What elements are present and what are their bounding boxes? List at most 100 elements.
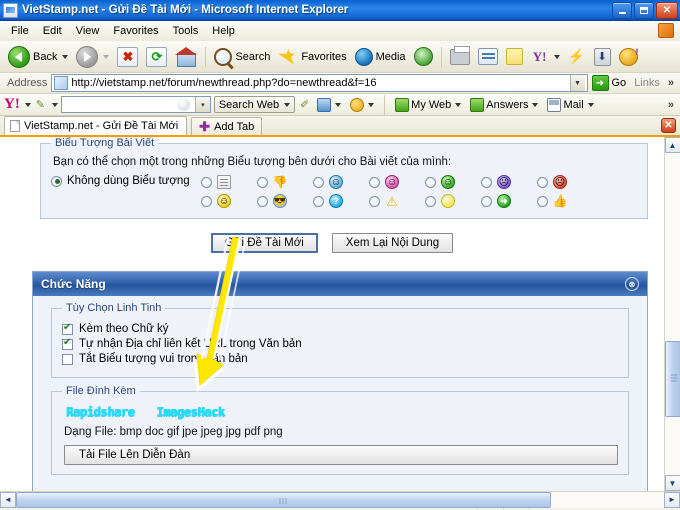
messenger-button[interactable]: ⚡ [564,46,590,68]
yahoo-search-input[interactable]: ▾ [60,96,211,113]
radio-button[interactable] [369,195,380,207]
stop-button[interactable]: ✖ [113,45,142,69]
horizontal-scroll-track[interactable] [16,491,664,508]
imageshack-link[interactable]: ImagesHack [156,405,225,419]
checkbox-disable-smilies[interactable]: Tắt Biểu tượng vui trong văn bản [62,353,618,365]
close-button[interactable]: ✕ [656,1,678,19]
collapse-icon[interactable]: ⊗ [625,277,639,291]
go-button[interactable]: ➜ Go [591,75,626,91]
radio-button[interactable] [257,176,268,188]
tab-vietstamp[interactable]: VietStamp.net - Gửi Đề Tài Mới [4,116,188,135]
links-label[interactable]: Links [630,77,664,89]
menu-item-tools[interactable]: Tools [166,23,206,39]
yahoo-dropdown-icon[interactable] [553,54,560,59]
back-button[interactable]: Back [4,44,72,70]
radio-button[interactable] [313,195,324,207]
radio-thumbs-up[interactable]: 👍 [537,194,587,208]
radio-button[interactable] [369,176,380,188]
scroll-up-button[interactable]: ▲ [664,137,680,153]
scroll-right-button[interactable]: ► [664,491,680,508]
radio-no-icon-button[interactable] [51,175,62,187]
radio-button[interactable] [201,195,212,207]
radio-button[interactable] [537,195,548,207]
yahoo-logo-dropdown-icon[interactable] [24,102,31,107]
print-button[interactable] [446,45,474,67]
maximize-button[interactable] [634,1,654,19]
radio-lightbulb[interactable] [425,194,481,208]
page-horizontal-scrollbar[interactable]: ◄ ► [0,491,680,508]
radio-button[interactable] [257,195,268,207]
scroll-down-button[interactable]: ▼ [664,475,680,491]
yahoo-search-dropdown-icon[interactable]: ▾ [194,97,210,112]
back-dropdown-icon[interactable] [62,54,69,59]
tab-close-button[interactable]: ✕ [661,118,676,133]
popup-blocker-button[interactable] [314,97,344,113]
radio-no-icon[interactable]: Không dùng Biểu tượng [51,175,201,187]
my-web-dropdown-icon[interactable] [455,102,462,107]
radio-button[interactable] [201,176,212,188]
pencil-icon[interactable]: ✎ [34,98,47,111]
menu-item-view[interactable]: View [69,23,107,39]
rapidshare-link[interactable]: Rapidshare [66,405,135,419]
radio-button[interactable] [481,176,492,188]
radio-button[interactable] [425,195,436,207]
radio-angry-red[interactable]: ☹ [537,175,587,189]
radio-smiley-pink[interactable]: ☺ [369,175,425,189]
address-input[interactable]: http://vietstamp.net/forum/newthread.php… [51,74,588,92]
yahoo-messenger-button[interactable] [615,46,642,68]
favorites-button[interactable]: Favorites [274,48,350,65]
yahoo-toolbar-button[interactable]: Y! [527,47,564,67]
antispy-dropdown-icon[interactable] [368,102,375,107]
mail-button[interactable]: Mail [544,97,596,113]
menu-item-favorites[interactable]: Favorites [106,23,165,39]
menu-item-edit[interactable]: Edit [36,23,69,39]
radio-thumbs-down[interactable]: 👎 [257,175,313,189]
answers-dropdown-icon[interactable] [532,102,539,107]
forward-button[interactable] [72,44,113,70]
add-tab-button[interactable]: ✚ Add Tab [191,117,263,135]
horizontal-scroll-thumb[interactable] [16,491,551,508]
yahoo-logo-icon[interactable]: Y! [4,97,20,112]
preview-button[interactable]: Xem Lại Nội Dung [331,233,454,253]
vertical-scroll-thumb[interactable] [664,341,680,417]
radio-smiley-yellow[interactable]: ☺ [201,194,257,208]
menu-item-file[interactable]: File [4,23,36,39]
media-button[interactable]: Media [351,46,410,68]
checkbox-signature-box[interactable] [62,322,73,335]
search-button[interactable]: Search [210,46,274,68]
radio-smiley-blue[interactable]: ☺ [313,175,369,189]
answers-button[interactable]: Answers [467,97,541,113]
radio-warning[interactable]: ⚠ [369,194,425,208]
search-web-dropdown-icon[interactable] [284,102,291,107]
my-web-button[interactable]: My Web [392,97,464,113]
discuss-button[interactable] [502,46,527,67]
pencil-dropdown-icon[interactable] [51,102,58,107]
toolbar-overflow-icon[interactable]: » [668,77,676,89]
radio-arrow-green[interactable]: ➜ [481,194,537,208]
mail-dropdown-icon[interactable] [587,102,594,107]
radio-button[interactable] [481,195,492,207]
checkbox-signature[interactable]: Kèm theo Chữ ký [62,322,618,335]
radio-grin-green[interactable]: ☺ [425,175,481,189]
page-vertical-scrollbar[interactable]: ▲ ▼ [664,137,680,491]
radio-button[interactable] [425,176,436,188]
radio-question-blue[interactable]: ? [313,194,369,208]
home-button[interactable] [171,45,201,68]
radio-button[interactable] [313,176,324,188]
history-button[interactable] [410,45,437,68]
refresh-button[interactable]: ⟳ [142,45,171,69]
checkbox-autolink[interactable]: Tự nhận Địa chỉ liên kết URL trong Văn b… [62,337,618,350]
search-web-button[interactable]: Search Web [213,96,296,113]
checkbox-disable-smilies-box[interactable] [62,353,73,365]
yahoo-overflow-icon[interactable]: » [668,99,676,111]
radio-sunglasses[interactable]: 😎 [257,194,313,208]
address-dropdown-icon[interactable]: ▼ [569,75,585,91]
menu-item-help[interactable]: Help [205,23,242,39]
submit-thread-button[interactable]: Gửi Đề Tài Mới [210,233,318,253]
highlighter-icon[interactable]: ✐ [298,98,311,111]
vertical-scroll-track[interactable] [664,153,680,475]
upload-file-button[interactable]: Tải File Lên Diễn Đàn [64,445,618,465]
radio-frown-purple[interactable]: ☹ [481,175,537,189]
download-manager-button[interactable]: ⬇ [590,46,615,68]
antispy-button[interactable] [347,97,377,113]
